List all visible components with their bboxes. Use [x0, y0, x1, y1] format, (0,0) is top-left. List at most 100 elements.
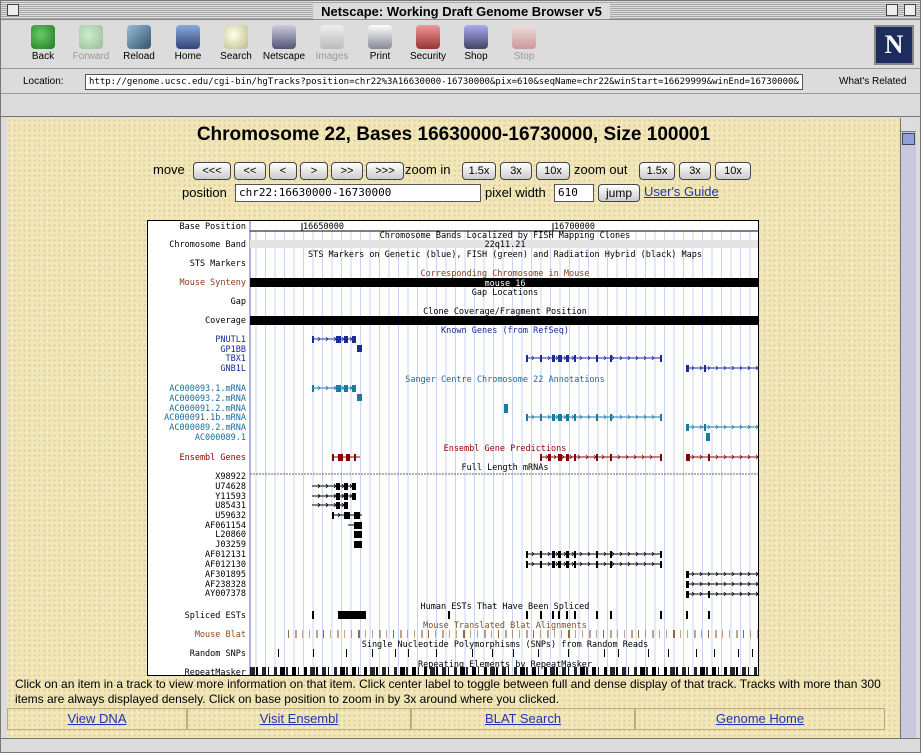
repeat-element-mark [322, 667, 326, 675]
mrna-alignment-exon [540, 561, 542, 568]
move-right-button[interactable]: > [300, 162, 328, 180]
track-label: TBX1 [226, 354, 246, 364]
track-header: Single Nucleotide Polymorphisms (SNPs) f… [362, 640, 649, 650]
known-gene-exon [574, 355, 576, 362]
known-gene-exon [558, 355, 562, 362]
track-label: Gap [231, 297, 246, 307]
track-display[interactable]: Base Position 16650000 16700000Chromosome … [148, 221, 759, 676]
spliced-est-mark [340, 611, 342, 619]
ruler-label: Base Position [179, 222, 246, 232]
whats-related-button[interactable]: What's Related [839, 76, 907, 87]
known-gene-exon [758, 365, 759, 372]
jump-button[interactable]: jump [598, 184, 640, 202]
spliced-est-mark [540, 611, 542, 619]
repeat-element-mark [730, 667, 735, 675]
track-label: AC000093.1.mRNA [169, 384, 246, 394]
genome-track-image[interactable]: Base Position 16650000 16700000 Chromosome … [147, 220, 759, 676]
mouse-blat-mark [323, 630, 324, 638]
repeat-element-mark [580, 667, 585, 675]
view-dna-link[interactable]: View DNA [67, 711, 126, 726]
zoom-in-3x-button[interactable]: 3x [500, 162, 532, 180]
track-label: AC000089.1 [195, 433, 246, 443]
shop-button[interactable]: Shop [452, 25, 500, 62]
repeat-element-mark [394, 667, 397, 675]
mrna-alignment-exon [526, 551, 528, 558]
mouse-blat-mark [491, 630, 492, 638]
mrna-alignment-exon [758, 591, 759, 598]
repeat-element-mark [682, 667, 686, 675]
ensembl-gene-exon [686, 454, 690, 461]
move-left-button[interactable]: < [269, 162, 297, 180]
netscape-logo-icon[interactable]: N [874, 25, 914, 65]
repeat-element-mark [664, 667, 667, 675]
zoom-out-10x-button[interactable]: 10x [715, 162, 751, 180]
track-label: STS Markers [190, 259, 246, 269]
mrna-alignment-exon [558, 551, 561, 558]
title-bar[interactable]: Netscape: Working Draft Genome Browser v… [1, 1, 920, 20]
users-guide-link[interactable]: User's Guide [644, 184, 719, 199]
mouse-blat-mark [519, 630, 520, 638]
repeat-element-mark [742, 667, 746, 675]
scroll-thumb[interactable] [902, 133, 915, 145]
spliced-est-mark [552, 611, 554, 619]
repeat-element-mark [724, 667, 727, 675]
print-button[interactable]: Print [356, 25, 404, 62]
genome-home-link[interactable]: Genome Home [716, 711, 804, 726]
mouse-blat-mark [533, 630, 534, 638]
track-label: AF301895 [205, 570, 246, 580]
images-button[interactable]: Images [308, 25, 356, 62]
reload-button[interactable]: Reload [115, 25, 163, 62]
collapse-box[interactable] [904, 4, 916, 16]
visit-ensembl-link[interactable]: Visit Ensembl [260, 711, 339, 726]
scroll-up-arrow-icon[interactable] [901, 118, 916, 132]
home-button[interactable]: Home [164, 25, 212, 62]
netscape-button[interactable]: Netscape [260, 25, 308, 62]
mouse-blat-mark [379, 630, 381, 638]
zoom-box[interactable] [886, 4, 898, 16]
mouse-blat-mark [624, 630, 625, 638]
stop-button[interactable]: Stop [500, 25, 548, 62]
ensembl-gene-exon [540, 454, 542, 461]
zoom-out-3x-button[interactable]: 3x [679, 162, 711, 180]
track-label: Mouse Synteny [179, 278, 246, 288]
ensembl-gene-exon [332, 454, 334, 461]
blat-search-link[interactable]: BLAT Search [485, 711, 561, 726]
repeat-element-mark [376, 667, 378, 675]
repeat-element-mark [622, 667, 626, 675]
ensembl-gene-exon [346, 454, 350, 461]
known-gene-exon [526, 355, 528, 362]
vertical-scrollbar[interactable] [900, 118, 916, 738]
ruler-tick-label: 16650000 [303, 222, 344, 232]
forward-button[interactable]: Forward [67, 25, 115, 62]
repeat-element-mark [652, 667, 656, 675]
mrna-alignment-exon [566, 561, 569, 568]
mouse-blat-mark [435, 630, 436, 638]
mouse-blat-mark [421, 630, 423, 638]
mrna-alignment-exon [344, 483, 348, 490]
repeat-element-mark [370, 667, 375, 675]
move-right-medium-button[interactable]: >> [331, 162, 363, 180]
move-left-far-button[interactable]: <<< [193, 162, 231, 180]
move-right-far-button[interactable]: >>> [366, 162, 404, 180]
location-label: Location: [23, 76, 64, 87]
position-input[interactable]: chr22:16630000-16730000 [235, 184, 481, 202]
security-button[interactable]: Security [404, 25, 452, 62]
zoom-out-1.5x-button[interactable]: 1.5x [639, 162, 675, 180]
url-field[interactable]: http://genome.ucsc.edu/cgi-bin/hgTracks?… [85, 74, 803, 90]
repeat-element-mark [520, 667, 525, 675]
spliced-est-mark [338, 611, 340, 619]
move-left-medium-button[interactable]: << [234, 162, 266, 180]
pixel-width-input[interactable]: 610 [554, 184, 594, 202]
back-button[interactable]: Back [19, 25, 67, 62]
snp-mark [714, 649, 715, 657]
mouse-blat-mark [288, 630, 289, 638]
spliced-est-mark [358, 611, 360, 619]
search-button[interactable]: Search [212, 25, 260, 62]
known-gene-exon [552, 355, 555, 362]
repeat-element-mark [544, 667, 547, 675]
zoom-in-1.5x-button[interactable]: 1.5x [462, 162, 496, 180]
repeat-element-mark [412, 667, 416, 675]
zoom-in-10x-button[interactable]: 10x [536, 162, 570, 180]
repeat-element-mark [490, 667, 495, 675]
mouse-blat-mark [561, 630, 562, 638]
